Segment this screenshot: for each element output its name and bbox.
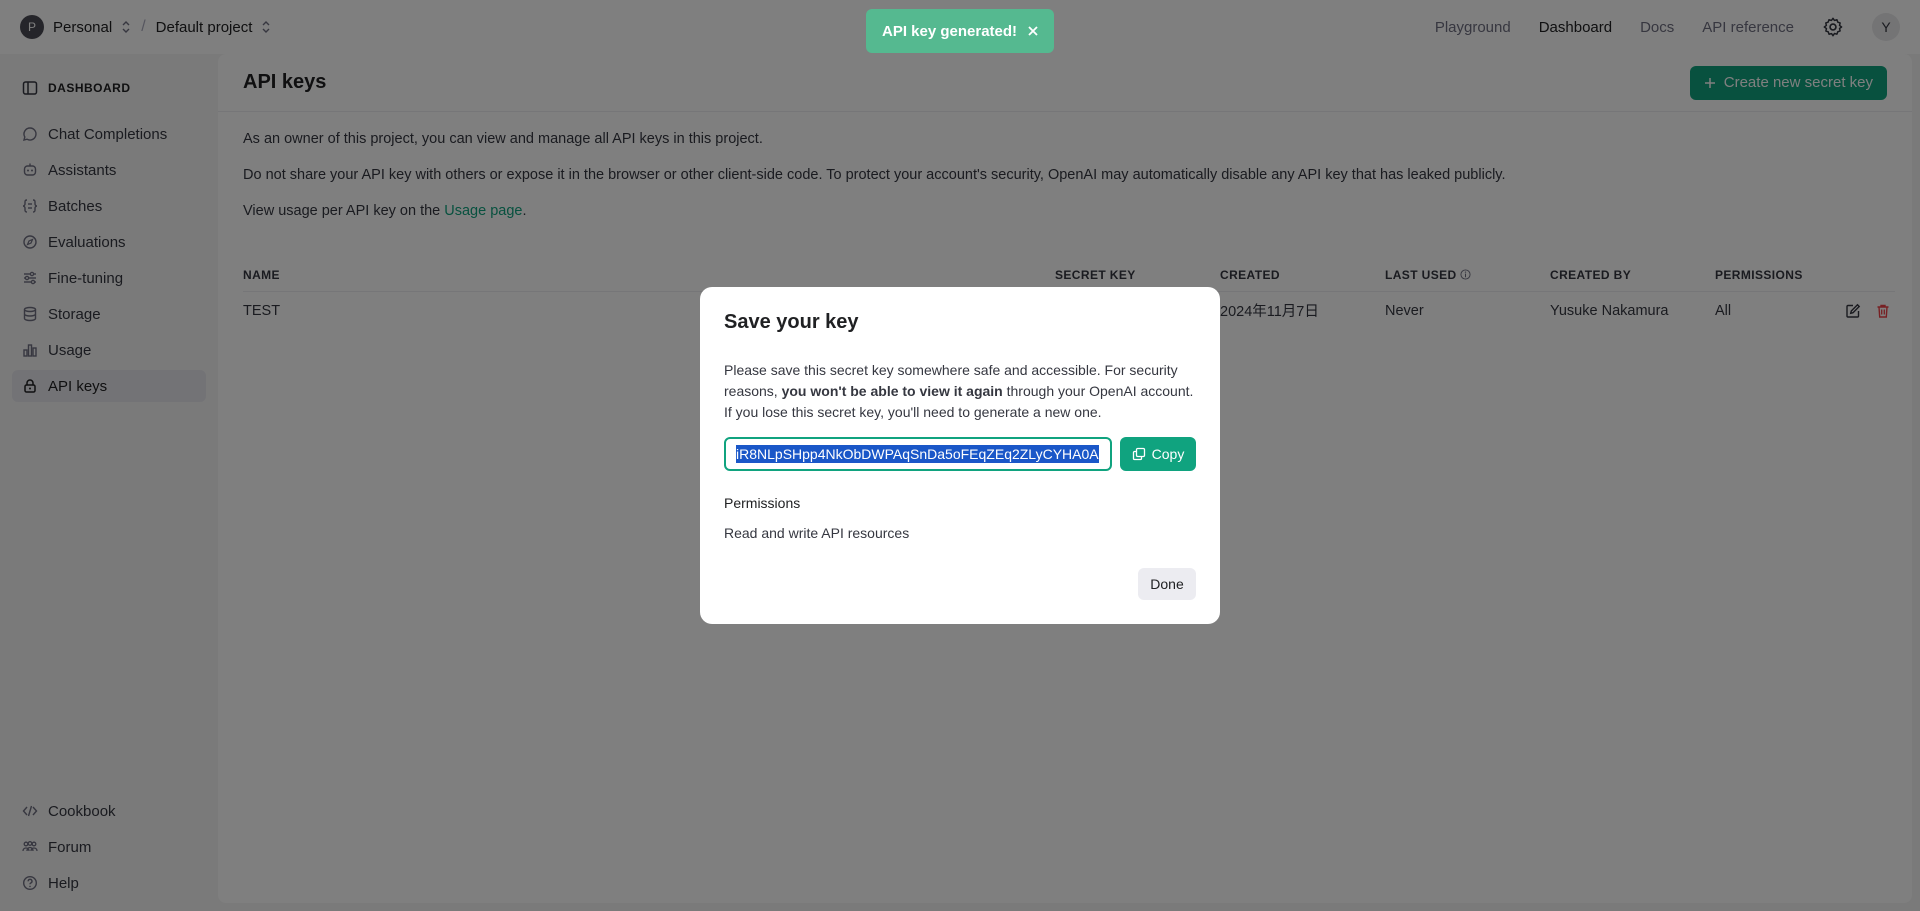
key-row: iR8NLpSHpp4NkObDWPAqSnDa5oFEqZEq2ZLyCYHA… — [724, 437, 1196, 471]
copy-icon — [1132, 447, 1145, 461]
permissions-label: Permissions — [724, 495, 801, 511]
secret-key-value: iR8NLpSHpp4NkObDWPAqSnDa5oFEqZEq2ZLyCYHA… — [736, 445, 1099, 463]
save-key-dialog: Save your key Please save this secret ke… — [700, 287, 1220, 624]
close-icon[interactable] — [1027, 25, 1039, 37]
done-button[interactable]: Done — [1138, 568, 1196, 600]
message-bold: you won't be able to view it again — [781, 383, 1003, 399]
toast-notification: API key generated! — [866, 9, 1054, 53]
dialog-title: Save your key — [724, 311, 859, 333]
secret-key-field[interactable]: iR8NLpSHpp4NkObDWPAqSnDa5oFEqZEq2ZLyCYHA… — [724, 437, 1112, 471]
permissions-value: Read and write API resources — [724, 525, 910, 541]
copy-button[interactable]: Copy — [1120, 437, 1196, 471]
dialog-message: Please save this secret key somewhere sa… — [724, 360, 1196, 423]
toast-message: API key generated! — [882, 22, 1018, 40]
copy-label: Copy — [1151, 446, 1185, 462]
